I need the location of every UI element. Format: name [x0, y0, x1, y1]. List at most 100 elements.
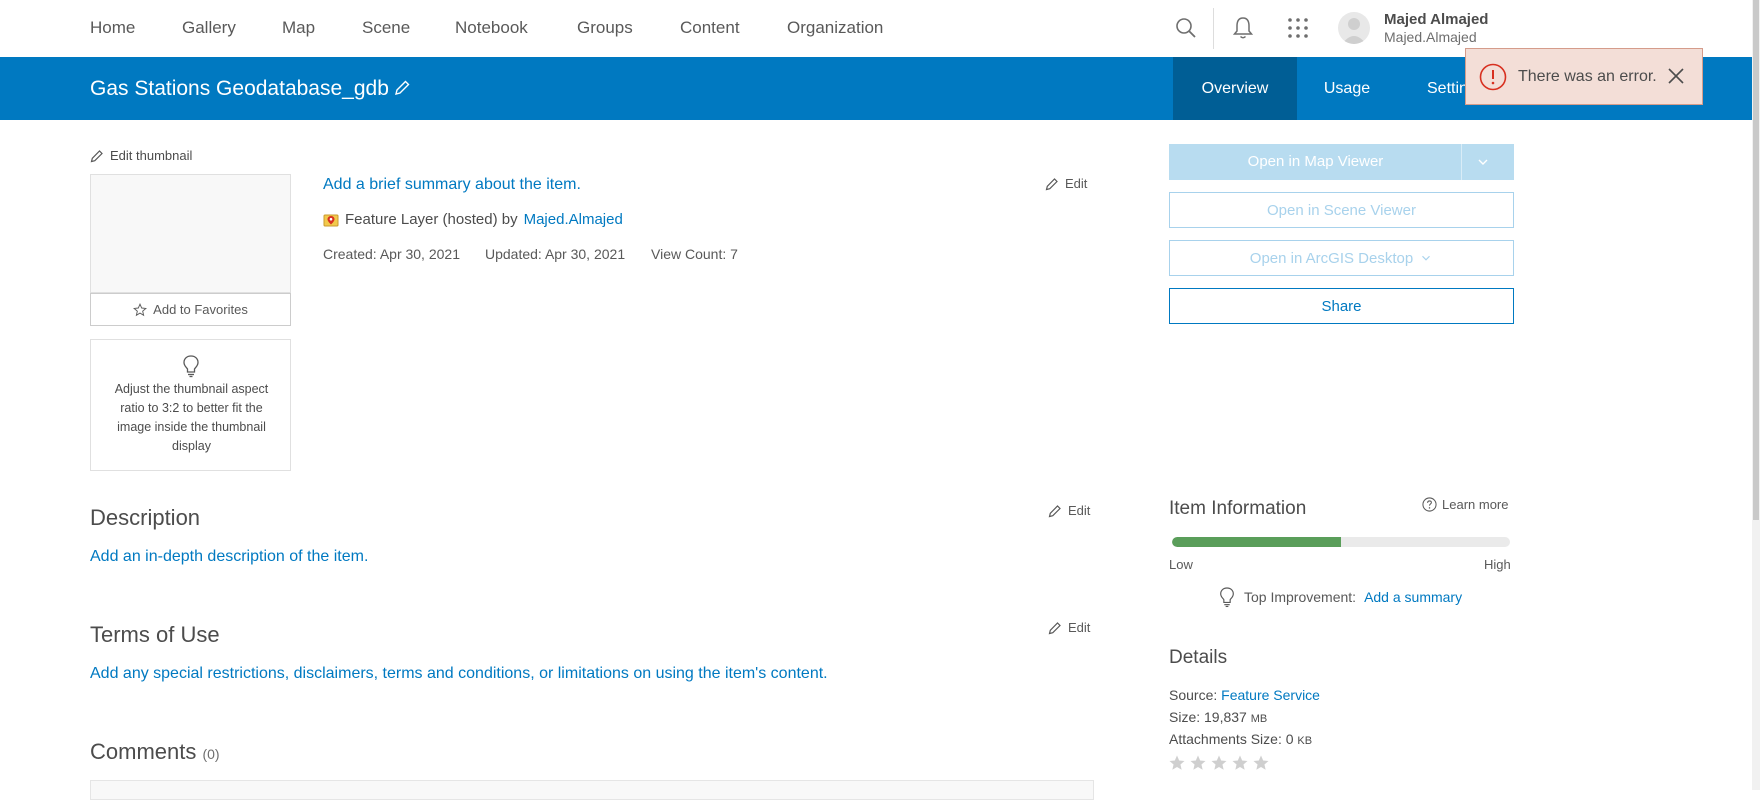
quality-low-label: Low — [1169, 557, 1193, 572]
tab-settings-label: Settin — [1427, 79, 1468, 97]
nav-map[interactable]: Map — [282, 18, 315, 38]
edit-thumbnail-button[interactable]: Edit thumbnail — [90, 148, 192, 163]
comments-title: Comments (0) — [90, 739, 220, 765]
item-title: Gas Stations Geodatabase_gdb — [90, 77, 389, 100]
user-handle: Majed.Almajed — [1384, 29, 1477, 45]
star-icon[interactable] — [1252, 754, 1270, 772]
edit-summary-button[interactable]: Edit — [1045, 176, 1087, 191]
search-icon[interactable] — [1172, 14, 1200, 42]
pencil-icon — [1048, 504, 1061, 517]
size-label: Size: 19,837 — [1169, 709, 1247, 725]
top-improvement: Top Improvement: Add a summary — [1218, 586, 1462, 608]
button-separator — [1461, 144, 1462, 180]
star-icon — [133, 302, 148, 316]
edit-title-pencil-icon[interactable] — [393, 79, 411, 102]
thumbnail-tip-text: Adjust the thumbnail aspect ratio to 3:2… — [114, 382, 269, 453]
error-toast: There was an error. — [1465, 48, 1703, 105]
pencil-icon — [90, 149, 103, 162]
nav-gallery[interactable]: Gallery — [182, 18, 236, 38]
source-value-link[interactable]: Feature Service — [1221, 687, 1320, 703]
item-quality-bar-fill — [1172, 537, 1341, 547]
created-date: Created: Apr 30, 2021 — [323, 246, 460, 262]
close-icon[interactable] — [1666, 66, 1686, 91]
star-icon[interactable] — [1168, 754, 1186, 772]
description-title: Description — [90, 505, 201, 530]
open-in-arcgis-desktop-button[interactable]: Open in ArcGIS Desktop — [1169, 240, 1514, 276]
add-a-summary-link[interactable]: Add a summary — [1364, 589, 1462, 605]
help-icon — [1422, 497, 1437, 512]
comments-title-text: Comments — [90, 739, 197, 764]
open-in-map-viewer-button[interactable]: Open in Map Viewer — [1169, 144, 1514, 180]
nav-divider — [1213, 8, 1214, 49]
comments-box[interactable] — [90, 780, 1094, 800]
star-icon[interactable] — [1231, 754, 1249, 772]
view-count: View Count: 7 — [651, 246, 738, 262]
share-label: Share — [1321, 297, 1362, 315]
attachments-size-unit: KB — [1297, 735, 1313, 747]
item-type-text: Feature Layer (hosted) by — [345, 211, 518, 228]
open-in-scene-viewer-label: Open in Scene Viewer — [1267, 201, 1416, 219]
item-type-line: Feature Layer (hosted) by Majed.Almajed — [323, 211, 623, 228]
apps-grid-icon[interactable] — [1284, 14, 1312, 42]
edit-label: Edit — [1068, 620, 1091, 635]
item-quality-bar — [1172, 537, 1510, 547]
bell-icon[interactable] — [1229, 14, 1257, 42]
tab-overview[interactable]: Overview — [1173, 57, 1297, 120]
pencil-icon — [1048, 621, 1061, 634]
edit-label: Edit — [1065, 176, 1088, 191]
add-to-favorites-label: Add to Favorites — [153, 302, 248, 317]
size-unit: MB — [1250, 713, 1268, 725]
page-scrollbar-thumb[interactable] — [1753, 0, 1759, 520]
nav-content[interactable]: Content — [680, 18, 740, 38]
avatar[interactable] — [1338, 12, 1370, 44]
add-terms-link[interactable]: Add any special restrictions, disclaimer… — [90, 665, 828, 683]
detail-size: Size: 19,837 MB — [1169, 709, 1267, 725]
lightbulb-icon — [1220, 587, 1234, 608]
nav-groups[interactable]: Groups — [577, 18, 633, 38]
top-improvement-label: Top Improvement: — [1244, 589, 1357, 605]
owner-link[interactable]: Majed.Almajed — [524, 211, 623, 228]
source-label: Source: — [1169, 687, 1218, 703]
rating-stars[interactable] — [1168, 754, 1270, 772]
pencil-icon — [1045, 177, 1058, 190]
add-description-link[interactable]: Add an in-depth description of the item. — [90, 548, 368, 566]
tab-overview-label: Overview — [1201, 79, 1269, 97]
details-title: Details — [1169, 647, 1228, 668]
comments-count: (0) — [202, 746, 220, 762]
item-information-title: Item Information — [1169, 498, 1307, 519]
chevron-down-icon — [1422, 255, 1431, 261]
feature-layer-icon — [323, 214, 339, 226]
edit-thumbnail-label: Edit thumbnail — [110, 148, 193, 163]
tab-usage[interactable]: Usage — [1297, 57, 1397, 120]
item-thumbnail — [90, 174, 291, 293]
share-button[interactable]: Share — [1169, 288, 1514, 324]
attachments-size-label: Attachments Size: 0 — [1169, 731, 1294, 747]
open-in-arcgis-desktop-label: Open in ArcGIS Desktop — [1249, 249, 1414, 267]
detail-attachments-size: Attachments Size: 0 KB — [1169, 731, 1312, 747]
error-message: There was an error. — [1518, 68, 1657, 85]
edit-terms-button[interactable]: Edit — [1048, 620, 1090, 635]
edit-description-button[interactable]: Edit — [1048, 503, 1090, 518]
star-icon[interactable] — [1210, 754, 1228, 772]
open-in-map-viewer-label: Open in Map Viewer — [1247, 153, 1384, 170]
updated-date: Updated: Apr 30, 2021 — [485, 246, 626, 262]
quality-high-label: High — [1484, 557, 1511, 572]
add-to-favorites-button[interactable]: Add to Favorites — [90, 293, 291, 326]
nav-notebook[interactable]: Notebook — [455, 18, 528, 38]
learn-more-link[interactable]: Learn more — [1422, 497, 1508, 512]
error-icon — [1479, 63, 1507, 96]
nav-scene[interactable]: Scene — [362, 18, 410, 38]
add-summary-link[interactable]: Add a brief summary about the item. — [323, 176, 581, 194]
learn-more-label: Learn more — [1442, 497, 1509, 512]
lightbulb-icon — [181, 354, 201, 383]
chevron-down-icon[interactable] — [1475, 154, 1491, 174]
open-in-scene-viewer-button[interactable]: Open in Scene Viewer — [1169, 192, 1514, 228]
user-name[interactable]: Majed Almajed — [1384, 11, 1488, 28]
tab-settings[interactable]: Settin — [1407, 57, 1468, 120]
detail-source: Source: Feature Service — [1169, 687, 1320, 703]
star-icon[interactable] — [1189, 754, 1207, 772]
terms-of-use-title: Terms of Use — [90, 622, 220, 647]
nav-home[interactable]: Home — [90, 18, 135, 38]
tab-usage-label: Usage — [1323, 79, 1371, 97]
nav-organization[interactable]: Organization — [787, 18, 883, 38]
